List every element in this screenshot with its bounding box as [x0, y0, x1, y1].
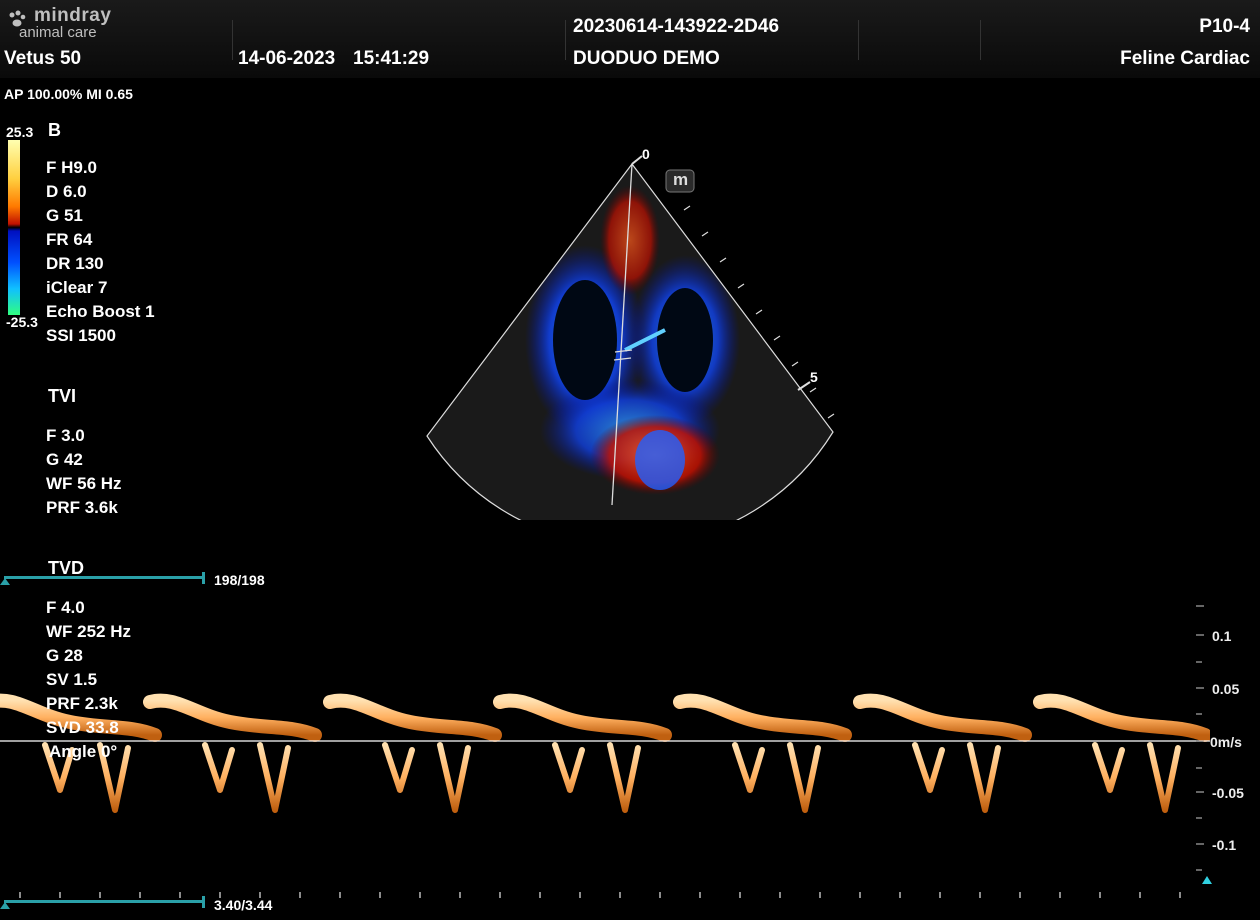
tvd-param: WF 252 Hz [46, 622, 132, 641]
acoustic-power-mi: AP 100.00% MI 0.65 [4, 86, 133, 102]
tvd-param: Angle 0° [49, 742, 118, 761]
bmode-param: F H9.0 [46, 158, 98, 177]
cine-frame-slider[interactable] [4, 576, 204, 579]
doppler-scale-label: -0.1 [1212, 837, 1237, 853]
doppler-wave-spike [732, 742, 821, 813]
frame-counter: 198/198 [214, 572, 265, 588]
doppler-wave-band [853, 693, 1032, 742]
tvd-param: F 4.0 [46, 598, 85, 617]
doppler-scale-label: 0.1 [1212, 628, 1232, 644]
doppler-wave-spike [552, 742, 641, 813]
bmode-title: B [48, 120, 61, 140]
colorbar-min: -25.3 [6, 314, 38, 330]
tvi-params: F 3.0 G 42 WF 56 Hz PRF 3.6k [46, 424, 122, 520]
tvi-param: PRF 3.6k [46, 498, 118, 517]
bmode-param: Echo Boost 1 [46, 302, 155, 321]
baseline-marker[interactable] [1202, 876, 1212, 884]
doppler-wave-spike [912, 742, 1001, 813]
doppler-scale-label: 0m/s [1210, 734, 1242, 750]
study-id: 20230614-143922-2D46 [573, 16, 780, 37]
color-velocity-bar [8, 140, 20, 315]
time-counter: 3.40/3.44 [214, 897, 273, 913]
slider-left-handle[interactable] [0, 578, 10, 585]
tvi-param: F 3.0 [46, 426, 85, 445]
brand-subtitle: animal care [19, 24, 97, 41]
doppler-wave-spike [202, 742, 291, 813]
colorbar-max: 25.3 [6, 124, 34, 140]
time-slider-right-handle[interactable] [202, 896, 205, 908]
exam-time: 15:41:29 [353, 48, 430, 69]
doppler-wave-spike [1092, 742, 1181, 813]
doppler-wave-band [323, 693, 502, 742]
exam-preset: Feline Cardiac [1120, 48, 1250, 69]
time-slider-left-handle[interactable] [0, 902, 10, 909]
cine-time-slider[interactable] [4, 900, 204, 903]
bmode-param: iClear 7 [46, 278, 108, 297]
doppler-wave-spike [382, 742, 471, 813]
doppler-scale-label: -0.05 [1212, 785, 1244, 801]
bmode-param: G 51 [46, 206, 83, 225]
tvd-param: SV 1.5 [46, 670, 98, 689]
device-model: Vetus 50 [4, 48, 82, 69]
bmode-param: DR 130 [46, 254, 104, 273]
tvd-param: G 28 [46, 646, 83, 665]
doppler-wave-band [1033, 693, 1210, 742]
doppler-wave-band [143, 693, 322, 742]
bmode-param: D 6.0 [46, 182, 87, 201]
doppler-wave-band [673, 693, 852, 742]
tvi-title: TVI [48, 386, 77, 406]
slider-right-handle[interactable] [202, 572, 205, 584]
doppler-scale-ticks [1196, 605, 1204, 871]
tvd-params: F 4.0 WF 252 Hz G 28 SV 1.5 PRF 2.3k SVD… [46, 596, 131, 764]
depth-label-top: 0 [642, 146, 650, 162]
doppler-scale-label: 0.05 [1212, 681, 1240, 697]
probe-name: P10-4 [1199, 16, 1250, 37]
bmode-param: FR 64 [46, 230, 93, 249]
bmode-param: SSI 1500 [46, 326, 116, 345]
doppler-spectrum [0, 693, 1210, 813]
exam-date: 14-06-2023 [238, 48, 336, 69]
m-mode-label: m [673, 170, 689, 189]
tvd-param: SVD 33.8 [46, 718, 119, 737]
ultrasound-sector-image [426, 155, 835, 520]
tvi-param: WF 56 Hz [46, 474, 122, 493]
tvi-param: G 42 [46, 450, 83, 469]
patient-name: DUODUO DEMO [573, 48, 720, 69]
depth-label-mark: 5 [810, 369, 818, 385]
doppler-wave-band [493, 693, 672, 742]
tvd-param: PRF 2.3k [46, 694, 118, 713]
bmode-params: F H9.0 D 6.0 G 51 FR 64 DR 130 iClear 7 … [46, 156, 155, 348]
